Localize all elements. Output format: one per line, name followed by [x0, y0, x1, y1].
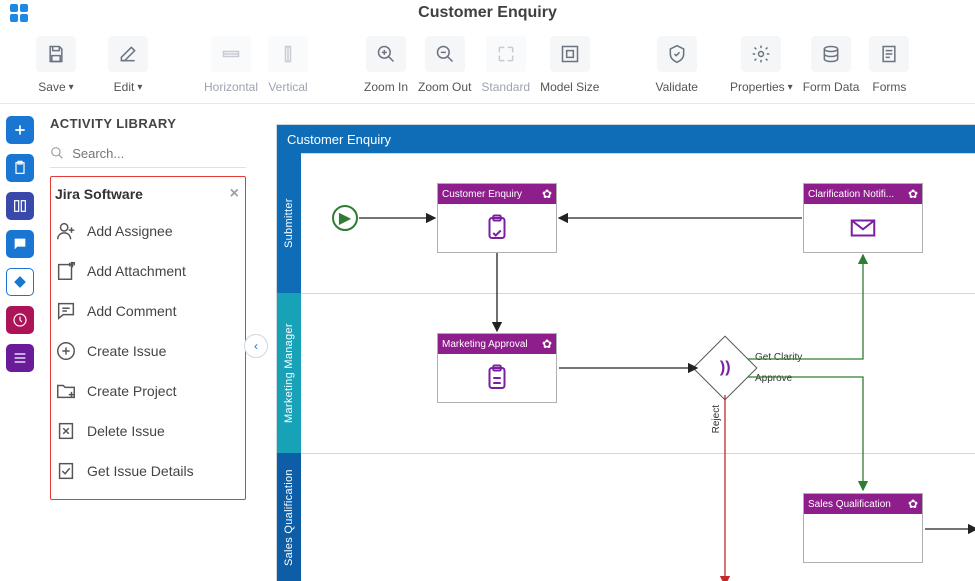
activity-add-attachment[interactable]: Add Attachment — [53, 251, 243, 291]
gear-icon[interactable]: ✿ — [908, 497, 918, 511]
activity-get-issue-details[interactable]: Get Issue Details — [53, 451, 243, 491]
left-rail — [0, 104, 40, 581]
zoom-out-label: Zoom Out — [418, 80, 471, 94]
activity-library-panel: ACTIVITY LIBRARY Jira Software × Add Ass… — [40, 104, 256, 581]
form-data-button[interactable] — [811, 36, 851, 72]
diagram-canvas[interactable]: Customer Enquiry Submitter Marketing Man… — [256, 104, 975, 581]
edge-reject: Reject — [711, 405, 722, 433]
rail-item-diamond[interactable] — [6, 268, 34, 296]
edge-approve: Approve — [755, 373, 792, 384]
node-marketing-approval[interactable]: Marketing Approval✿ — [437, 333, 557, 403]
rail-item-analytics[interactable] — [6, 306, 34, 334]
vertical-label: Vertical — [268, 80, 307, 94]
zoom-in-button[interactable] — [366, 36, 406, 72]
gear-icon[interactable]: ✿ — [542, 337, 552, 351]
save-label[interactable]: Save▾ — [38, 80, 73, 94]
properties-label[interactable]: Properties▾ — [730, 80, 793, 94]
category-title: Jira Software — [55, 186, 143, 202]
node-customer-enquiry[interactable]: Customer Enquiry✿ — [437, 183, 557, 253]
toolbar: Save▾ Edit▾ Horizontal Vertical Zoom In … — [0, 24, 975, 104]
rail-item-chat[interactable] — [6, 230, 34, 258]
activity-create-issue[interactable]: Create Issue — [53, 331, 243, 371]
rail-item-clipboard[interactable] — [6, 154, 34, 182]
rail-add-button[interactable] — [6, 116, 34, 144]
plus-circle-icon — [55, 340, 77, 362]
standard-label: Standard — [481, 80, 530, 94]
activity-delete-issue[interactable]: Delete Issue — [53, 411, 243, 451]
delete-icon — [55, 420, 77, 442]
validate-label: Validate — [655, 80, 697, 94]
category-highlight: Jira Software × Add Assignee Add Attachm… — [50, 176, 246, 500]
forms-label: Forms — [872, 80, 906, 94]
chevron-down-icon: ▾ — [69, 82, 74, 93]
page-title: Customer Enquiry — [0, 4, 975, 22]
library-title: ACTIVITY LIBRARY — [50, 116, 246, 131]
lane-submitter[interactable]: Submitter — [277, 153, 301, 293]
horizontal-label: Horizontal — [204, 80, 258, 94]
standard-button — [486, 36, 526, 72]
folder-plus-icon — [55, 380, 77, 402]
rail-item-list[interactable] — [6, 344, 34, 372]
rail-item-columns[interactable] — [6, 192, 34, 220]
zoom-in-label: Zoom In — [364, 80, 408, 94]
check-doc-icon — [55, 460, 77, 482]
gear-icon[interactable]: ✿ — [542, 187, 552, 201]
chevron-down-icon: ▾ — [788, 82, 793, 93]
activity-create-project[interactable]: Create Project — [53, 371, 243, 411]
horizontal-button — [211, 36, 251, 72]
save-button[interactable] — [36, 36, 76, 72]
vertical-button — [268, 36, 308, 72]
lane-marketing-manager[interactable]: Marketing Manager — [277, 293, 301, 453]
close-icon[interactable]: × — [230, 185, 239, 203]
user-plus-icon — [55, 220, 77, 242]
search-input[interactable] — [72, 146, 246, 161]
library-search[interactable] — [50, 141, 246, 168]
chevron-down-icon: ▾ — [137, 82, 142, 93]
edge-get-clarity: Get Clarity — [755, 352, 802, 363]
activity-add-comment[interactable]: Add Comment — [53, 291, 243, 331]
gear-icon[interactable]: ✿ — [908, 187, 918, 201]
diagram-title: Customer Enquiry — [277, 125, 975, 153]
edit-button[interactable] — [108, 36, 148, 72]
zoom-out-button[interactable] — [425, 36, 465, 72]
validate-button[interactable] — [657, 36, 697, 72]
node-sales-qualification[interactable]: Sales Qualification✿ — [803, 493, 923, 563]
form-data-label: Form Data — [803, 80, 860, 94]
edit-label[interactable]: Edit▾ — [114, 80, 143, 94]
comment-icon — [55, 300, 77, 322]
collapse-sidebar-button[interactable]: ‹ — [244, 334, 268, 358]
model-size-label: Model Size — [540, 80, 599, 94]
forms-button[interactable] — [869, 36, 909, 72]
model-size-button[interactable] — [550, 36, 590, 72]
properties-button[interactable] — [741, 36, 781, 72]
node-clarification-notification[interactable]: Clarification Notifi...✿ — [803, 183, 923, 253]
lane-sales-qualification[interactable]: Sales Qualification — [277, 453, 301, 581]
search-icon — [50, 145, 64, 161]
attachment-icon — [55, 260, 77, 282]
start-event[interactable]: ▶ — [332, 205, 358, 231]
activity-add-assignee[interactable]: Add Assignee — [53, 211, 243, 251]
